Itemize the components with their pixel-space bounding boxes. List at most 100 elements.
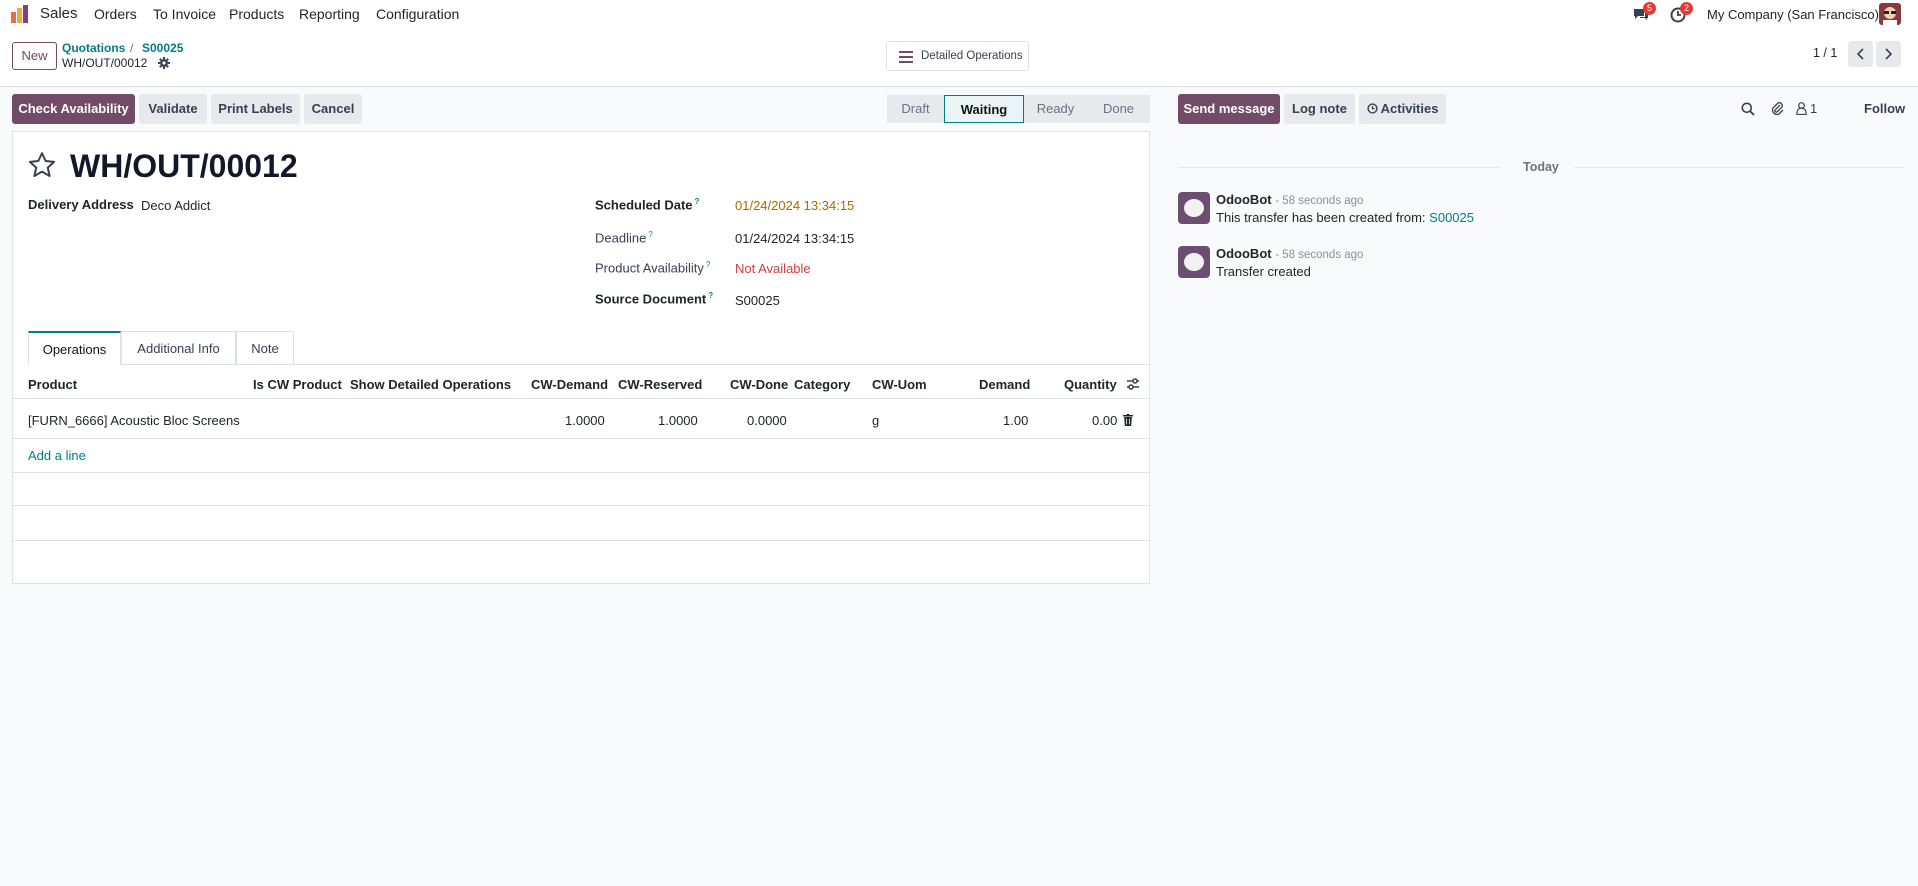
delivery-address-value[interactable]: Deco Addict [141, 198, 210, 213]
top-navbar: Sales Orders To Invoice Products Reporti… [0, 0, 1918, 28]
row-product[interactable]: [FURN_6666] Acoustic Bloc Screens [28, 413, 240, 428]
check-availability-button[interactable]: Check Availability [12, 94, 135, 124]
col-is-cw-product[interactable]: Is CW Product [253, 377, 342, 392]
pager-previous-button[interactable] [1848, 41, 1873, 67]
optional-columns-toggle-icon[interactable] [1126, 377, 1140, 391]
new-button[interactable]: New [12, 42, 57, 70]
tab-operations[interactable]: Operations [28, 331, 121, 365]
empty-row-divider-2 [12, 505, 1150, 506]
attachments-paperclip-icon[interactable] [1770, 101, 1784, 116]
scheduled-date-label-text: Scheduled Date [595, 197, 693, 213]
star-favorite-icon[interactable] [27, 150, 57, 180]
pager-value[interactable]: 1 / 1 [1813, 46, 1837, 60]
control-panel: New Quotations / S00025 WH/OUT/00012 Det… [0, 28, 1918, 87]
col-cw-done[interactable]: CW-Done [730, 377, 788, 392]
company-switcher[interactable]: My Company (San Francisco) [1707, 7, 1879, 22]
message-author[interactable]: OdooBot [1216, 192, 1272, 207]
activities-badge: 2 [1680, 2, 1693, 15]
menu-configuration[interactable]: Configuration [376, 6, 459, 22]
status-draft[interactable]: Draft [887, 95, 944, 123]
delivery-address-label: Delivery Address [28, 197, 134, 212]
row-quantity[interactable]: 0.00 [1092, 413, 1117, 428]
followers-count[interactable]: 1 [1810, 101, 1817, 116]
message-time: - 58 seconds ago [1275, 195, 1364, 207]
user-avatar[interactable] [1879, 3, 1901, 25]
message-body: Transfer created [1216, 264, 1311, 279]
add-a-line-link[interactable]: Add a line [28, 448, 86, 463]
col-show-detailed-operations[interactable]: Show Detailed Operations [350, 377, 511, 392]
product-availability-label-text: Product Availability [595, 260, 704, 276]
activities-button[interactable]: Activities [1359, 94, 1446, 124]
menu-orders[interactable]: Orders [94, 6, 137, 22]
odoobot-avatar[interactable] [1178, 192, 1210, 224]
empty-row-divider-3 [12, 540, 1150, 541]
table-row[interactable]: [FURN_6666] Acoustic Bloc Screens 1.0000… [12, 399, 1150, 438]
print-labels-button[interactable]: Print Labels [211, 94, 300, 124]
row-cw-uom[interactable]: g [872, 413, 879, 428]
status-waiting[interactable]: Waiting [944, 95, 1024, 123]
log-note-button[interactable]: Log note [1284, 94, 1355, 124]
followers-user-icon[interactable] [1796, 102, 1807, 116]
product-availability-help-icon[interactable]: ? [706, 260, 710, 269]
odoobot-avatar[interactable] [1178, 246, 1210, 278]
source-document-value[interactable]: S00025 [735, 293, 780, 308]
validate-button[interactable]: Validate [139, 94, 207, 124]
odoo-apps-icon[interactable] [11, 5, 31, 23]
menu-products[interactable]: Products [229, 6, 284, 22]
hamburger-icon [899, 51, 913, 63]
cancel-button[interactable]: Cancel [304, 94, 362, 124]
row-cw-reserved[interactable]: 1.0000 [658, 413, 698, 428]
gear-icon[interactable] [158, 57, 170, 69]
send-message-button[interactable]: Send message [1178, 94, 1280, 124]
menu-to-invoice[interactable]: To Invoice [153, 6, 216, 22]
product-availability-label: Product Availability? [595, 260, 710, 275]
follow-button[interactable]: Follow [1864, 101, 1905, 116]
chatter-message: OdooBot - 58 seconds ago This transfer h… [1178, 192, 1898, 230]
date-separator-line-left [1178, 167, 1500, 168]
breadcrumb-quotations[interactable]: Quotations [62, 41, 125, 55]
col-category[interactable]: Category [794, 377, 850, 392]
activities-button-label: Activities [1380, 101, 1439, 116]
breadcrumb-current-record: WH/OUT/00012 [62, 56, 148, 70]
chatter-message: OdooBot - 58 seconds ago Transfer create… [1178, 246, 1898, 284]
date-separator: Today [1523, 160, 1559, 174]
message-time: - 58 seconds ago [1275, 249, 1364, 261]
col-cw-uom[interactable]: CW-Uom [872, 377, 927, 392]
tab-note[interactable]: Note [236, 331, 294, 365]
deadline-help-icon[interactable]: ? [648, 230, 652, 239]
message-link-order[interactable]: S00025 [1429, 210, 1474, 225]
status-ready[interactable]: Ready [1024, 95, 1087, 123]
search-messages-icon[interactable] [1741, 102, 1755, 116]
col-cw-reserved[interactable]: CW-Reserved [618, 377, 702, 392]
detailed-operations-button[interactable]: Detailed Operations [886, 41, 1029, 71]
row-demand[interactable]: 1.00 [1003, 413, 1028, 428]
app-name[interactable]: Sales [40, 5, 78, 22]
scheduled-date-help-icon[interactable]: ? [695, 197, 700, 206]
row-cw-done[interactable]: 0.0000 [747, 413, 787, 428]
message-text: This transfer has been created from: [1216, 210, 1426, 225]
activities-clock-small-icon [1366, 95, 1378, 114]
scheduled-date-label: Scheduled Date? [595, 197, 699, 212]
breadcrumb-separator: / [130, 41, 134, 55]
deadline-label-text: Deadline [595, 230, 647, 246]
col-product[interactable]: Product [28, 377, 77, 392]
tab-additional-info[interactable]: Additional Info [121, 331, 236, 365]
messages-badge: 5 [1643, 2, 1656, 15]
col-demand[interactable]: Demand [979, 377, 1030, 392]
deadline-value[interactable]: 01/24/2024 13:34:15 [735, 231, 854, 246]
pager-next-button[interactable] [1876, 41, 1901, 67]
status-done[interactable]: Done [1087, 95, 1150, 123]
menu-reporting[interactable]: Reporting [299, 6, 360, 22]
message-author[interactable]: OdooBot [1216, 246, 1272, 261]
detailed-operations-label: Detailed Operations [921, 50, 1023, 62]
message-text: Transfer created [1216, 264, 1311, 279]
row-cw-demand[interactable]: 1.0000 [565, 413, 605, 428]
date-separator-line-right [1574, 167, 1904, 168]
source-document-help-icon[interactable]: ? [708, 291, 713, 300]
col-quantity[interactable]: Quantity [1064, 377, 1117, 392]
delete-row-trash-icon[interactable] [1123, 414, 1133, 426]
breadcrumb-order[interactable]: S00025 [142, 41, 183, 55]
deadline-label: Deadline? [595, 230, 653, 245]
col-cw-demand[interactable]: CW-Demand [531, 377, 608, 392]
scheduled-date-value[interactable]: 01/24/2024 13:34:15 [735, 198, 854, 213]
